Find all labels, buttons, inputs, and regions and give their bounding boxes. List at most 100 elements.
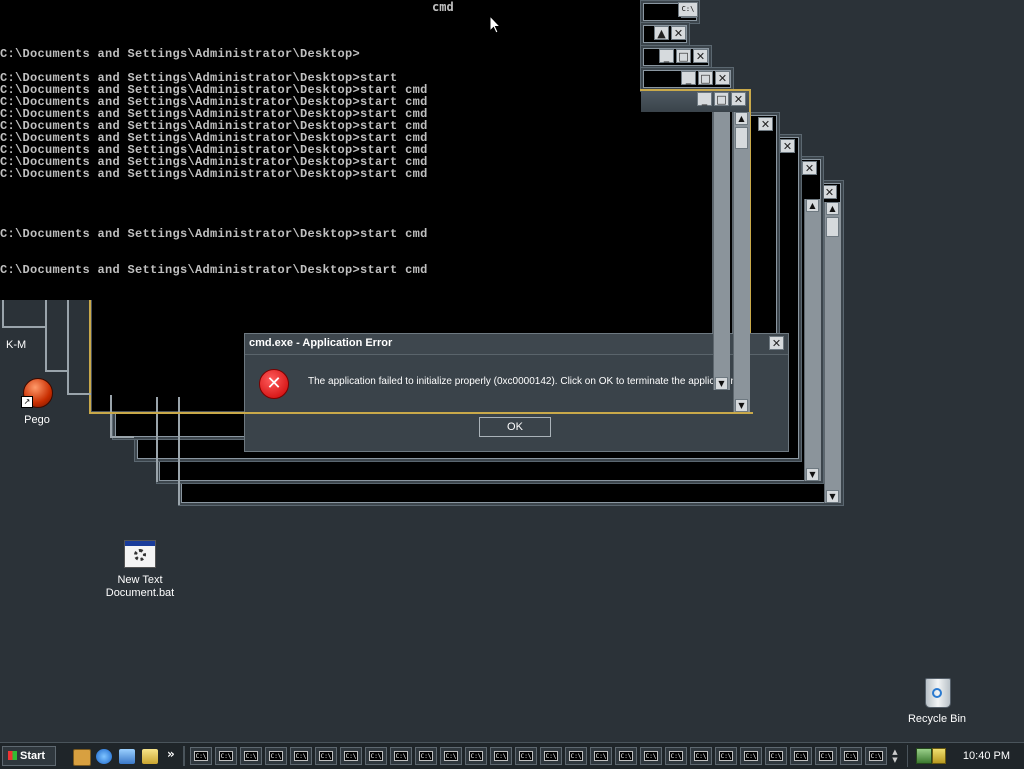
- cmd-window-back-5[interactable]: _ □ ✕: [640, 45, 712, 69]
- taskbar-cmd-button[interactable]: C:\: [265, 747, 287, 765]
- taskbar-cmd-button[interactable]: C:\: [515, 747, 537, 765]
- console-line: C:\Documents and Settings\Administrator\…: [0, 227, 428, 241]
- title-bar[interactable]: _ □ ✕: [641, 91, 749, 112]
- windows-media-icon[interactable]: [142, 749, 158, 764]
- close-icon[interactable]: ✕: [671, 26, 686, 40]
- scroll-thumb[interactable]: [826, 217, 839, 237]
- dialog-title-bar[interactable]: cmd.exe - Application Error ✕: [245, 334, 788, 355]
- outlook-express-icon[interactable]: [119, 749, 135, 764]
- cmd-window-back-6[interactable]: ▲ ✕: [640, 22, 690, 46]
- taskbar-cmd-button[interactable]: C:\: [390, 747, 412, 765]
- minimize-icon[interactable]: _: [681, 71, 696, 85]
- taskbar-cmd-button[interactable]: C:\: [490, 747, 512, 765]
- window-edge: [67, 300, 69, 395]
- batch-file-icon: [124, 540, 156, 568]
- scroll-down-icon[interactable]: ▼: [806, 468, 819, 481]
- taskbar-cmd-button[interactable]: C:\: [440, 747, 462, 765]
- scroll-thumb[interactable]: [735, 127, 748, 149]
- window-edge: [45, 300, 47, 372]
- close-icon[interactable]: ✕: [693, 49, 708, 63]
- taskbar-cmd-button[interactable]: C:\: [340, 747, 362, 765]
- ok-button[interactable]: OK: [479, 417, 551, 437]
- taskbar-cmd-button[interactable]: C:\: [690, 747, 712, 765]
- close-icon[interactable]: ✕: [769, 336, 784, 350]
- close-icon[interactable]: ✕: [822, 185, 837, 199]
- desktop-icon-label: Pego: [24, 414, 50, 426]
- overlapping-scrollbar[interactable]: ▼: [713, 112, 730, 390]
- taskbar-cmd-button[interactable]: C:\: [590, 747, 612, 765]
- maximize-icon[interactable]: □: [714, 92, 729, 106]
- clock[interactable]: 10:40 PM: [963, 750, 1010, 762]
- desktop-icon-pego[interactable]: ↗ Pego: [14, 378, 60, 428]
- taskbar-cmd-button[interactable]: C:\: [565, 747, 587, 765]
- taskbar-cmd-button[interactable]: C:\: [365, 747, 387, 765]
- start-button[interactable]: Start: [2, 746, 56, 766]
- scroll-up-icon[interactable]: ▲: [735, 112, 748, 125]
- taskbar-cmd-button[interactable]: C:\: [840, 747, 862, 765]
- close-icon[interactable]: ✕: [715, 71, 730, 85]
- error-message: The application failed to initialize pro…: [308, 376, 739, 387]
- taskbar-cmd-button[interactable]: C:\: [240, 747, 262, 765]
- windows-logo-icon: [8, 751, 17, 760]
- cmd-window-back-4[interactable]: _ □ ✕: [640, 67, 734, 91]
- console-window[interactable]: cmd C:\Documents and Settings\Administra…: [0, 0, 640, 300]
- taskbar-scroll-arrows[interactable]: ▲ ▼: [889, 748, 901, 764]
- scroll-up-icon[interactable]: ▲: [806, 199, 819, 212]
- close-icon[interactable]: ✕: [731, 92, 746, 106]
- taskbar-cmd-button[interactable]: C:\: [465, 747, 487, 765]
- close-icon[interactable]: ✕: [802, 161, 817, 175]
- desktop-icon-recycle-bin[interactable]: Recycle Bin: [904, 676, 970, 728]
- console-line: C:\Documents and Settings\Administrator\…: [0, 47, 361, 61]
- cmd-icon: C:\: [244, 751, 258, 761]
- chevron-icon[interactable]: »: [167, 747, 175, 761]
- cmd-icon: C:\: [469, 751, 483, 761]
- internet-explorer-icon[interactable]: [96, 749, 112, 764]
- recycle-bin-icon: [925, 678, 951, 708]
- maximize-icon[interactable]: □: [676, 49, 691, 63]
- desktop-icon-batch-file[interactable]: New Text Document.bat: [96, 538, 184, 602]
- minimize-icon[interactable]: _: [697, 92, 712, 106]
- cmd-icon: C:\: [744, 751, 758, 761]
- window-edge: [110, 395, 112, 437]
- start-label: Start: [20, 750, 46, 762]
- minimize-icon[interactable]: _: [659, 49, 674, 63]
- cmd-icon: C:\: [844, 751, 858, 761]
- volume-icon[interactable]: [932, 748, 946, 764]
- taskbar-cmd-button[interactable]: C:\: [215, 747, 237, 765]
- cmd-icon: C:\: [444, 751, 458, 761]
- maximize-icon[interactable]: □: [698, 71, 713, 85]
- vertical-scrollbar[interactable]: ▲ ▼: [804, 199, 821, 481]
- taskbar-cmd-button[interactable]: C:\: [715, 747, 737, 765]
- maximize-icon[interactable]: ▲: [654, 26, 669, 40]
- overlapping-scrollbar[interactable]: ▲ ▼: [733, 112, 750, 412]
- taskbar-cmd-button[interactable]: C:\: [865, 747, 887, 765]
- cmd-icon: C:\: [719, 751, 733, 761]
- taskbar-cmd-button[interactable]: C:\: [740, 747, 762, 765]
- taskbar-cmd-button[interactable]: C:\: [290, 747, 312, 765]
- taskbar-cmd-button[interactable]: C:\: [815, 747, 837, 765]
- window-edge: [156, 397, 158, 482]
- taskbar-cmd-button[interactable]: C:\: [190, 747, 212, 765]
- cmd-icon: C:\: [769, 751, 783, 761]
- close-icon[interactable]: ✕: [758, 117, 773, 131]
- network-icon[interactable]: [916, 748, 932, 764]
- scroll-down-icon[interactable]: ▼: [715, 377, 728, 390]
- taskbar-cmd-button[interactable]: C:\: [790, 747, 812, 765]
- taskbar-cmd-button[interactable]: C:\: [540, 747, 562, 765]
- scroll-down-icon[interactable]: ▼: [735, 399, 748, 412]
- show-desktop-icon[interactable]: [73, 749, 91, 766]
- scroll-up-icon[interactable]: ▲: [826, 202, 839, 215]
- window-edge: [110, 436, 134, 438]
- taskbar-cmd-button[interactable]: C:\: [640, 747, 662, 765]
- close-icon[interactable]: ✕: [780, 139, 795, 153]
- taskbar-cmd-button[interactable]: C:\: [665, 747, 687, 765]
- vertical-scrollbar[interactable]: ▲ ▼: [824, 202, 841, 503]
- taskbar-cmd-button[interactable]: C:\: [415, 747, 437, 765]
- desktop-icon-label[interactable]: K-M: [6, 339, 26, 352]
- error-dialog[interactable]: cmd.exe - Application Error ✕ ✕ The appl…: [244, 333, 789, 452]
- taskbar-cmd-button[interactable]: C:\: [315, 747, 337, 765]
- scroll-down-icon[interactable]: ▼: [826, 490, 839, 503]
- taskbar-cmd-button[interactable]: C:\: [765, 747, 787, 765]
- cmd-icon: C:\: [369, 751, 383, 761]
- taskbar-cmd-button[interactable]: C:\: [615, 747, 637, 765]
